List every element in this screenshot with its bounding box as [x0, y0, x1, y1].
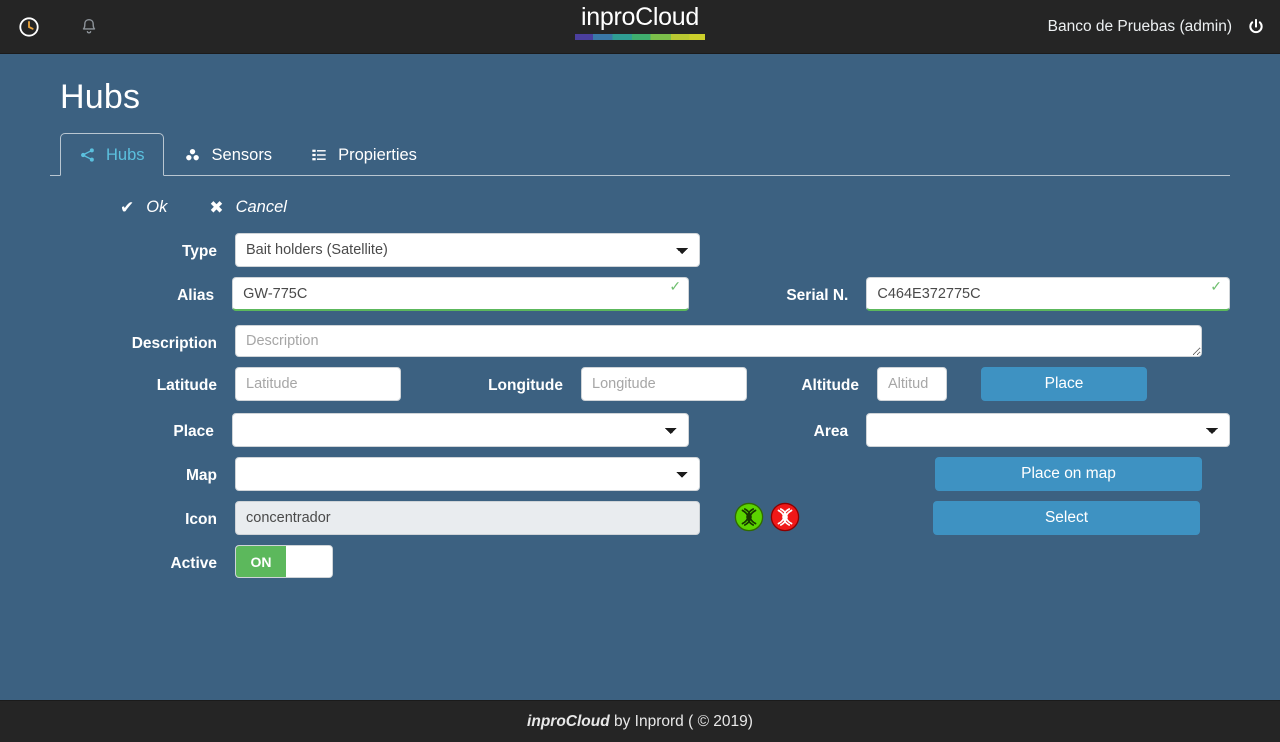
longitude-label: Longitude	[488, 377, 563, 394]
ok-label: Ok	[146, 198, 168, 216]
place-button[interactable]: Place	[981, 367, 1147, 401]
form-row-icon: Icon concentrador Select	[50, 501, 1230, 535]
form-row-place-area: Place Area	[50, 413, 1230, 447]
form-action-bar: ✔ Ok ✖ Cancel	[50, 176, 1230, 233]
tab-bar: Hubs Sensors Propierties	[50, 131, 1230, 176]
times-icon: ✖	[209, 198, 224, 217]
place-on-map-button[interactable]: Place on map	[935, 457, 1202, 491]
form-row-coordinates: Latitude Longitude Altitude Place	[50, 367, 1230, 401]
place-select[interactable]	[231, 413, 690, 447]
latitude-label: Latitude	[156, 377, 217, 394]
cancel-label: Cancel	[235, 198, 287, 216]
type-label: Type	[181, 243, 217, 260]
area-label: Area	[813, 423, 849, 440]
description-label: Description	[131, 335, 217, 352]
description-textarea[interactable]	[235, 325, 1202, 357]
clock-icon[interactable]	[10, 8, 48, 46]
tab-label: Hubs	[106, 146, 145, 164]
tab-propierties[interactable]: Propierties	[291, 133, 436, 176]
altitude-input[interactable]	[877, 367, 947, 401]
tab-sensors[interactable]: Sensors	[164, 133, 292, 176]
cubes-icon	[183, 147, 202, 163]
page-body: Hubs Hubs Sensors Propierties ✔ Ok ✖ Can…	[0, 54, 1280, 578]
power-icon[interactable]	[1246, 17, 1266, 37]
ok-button[interactable]: ✔ Ok	[120, 198, 167, 217]
check-icon: ✔	[120, 198, 135, 217]
hub-form: Type Bait holders (Satellite) Alias ✓ Se…	[50, 233, 1230, 578]
active-toggle-knob	[286, 546, 332, 577]
footer-text: inproCloud by Inprord ( © 2019)	[527, 713, 753, 731]
map-select[interactable]	[235, 457, 700, 491]
bell-icon[interactable]	[70, 8, 108, 46]
brand-text: inproCloud	[581, 3, 699, 31]
navbar-right-actions: Banco de Pruebas (admin)	[1048, 17, 1280, 37]
latitude-input[interactable]	[235, 367, 401, 401]
form-row-type: Type Bait holders (Satellite)	[50, 233, 1230, 267]
serial-field-wrap: ✓	[866, 277, 1230, 311]
serial-label: Serial N.	[786, 287, 849, 304]
active-toggle[interactable]: ON	[235, 545, 333, 578]
alias-label: Alias	[177, 287, 215, 304]
footer-rest: by Inprord ( © 2019)	[609, 712, 753, 730]
share-nodes-icon	[79, 147, 96, 163]
footer-brand: inproCloud	[527, 712, 610, 730]
select-icon-button[interactable]: Select	[933, 501, 1200, 535]
tab-hubs[interactable]: Hubs	[60, 133, 164, 176]
form-row-active: Active ON	[50, 545, 1230, 578]
alias-field-wrap: ✓	[232, 277, 690, 311]
page-footer: inproCloud by Inprord ( © 2019)	[0, 700, 1280, 742]
longitude-input[interactable]	[581, 367, 747, 401]
icon-preview-group	[734, 501, 800, 532]
form-row-description: Description	[50, 325, 1230, 357]
icon-label: Icon	[185, 511, 217, 528]
altitude-label: Altitude	[801, 377, 859, 394]
cancel-button[interactable]: ✖ Cancel	[209, 198, 287, 217]
active-label: Active	[170, 555, 217, 572]
top-navbar: inproCloud Banco de Pruebas (admin)	[0, 0, 1280, 54]
area-select[interactable]	[866, 413, 1230, 447]
form-row-alias-serial: Alias ✓ Serial N. ✓	[50, 277, 1230, 311]
place-label: Place	[173, 423, 214, 440]
icon-input	[235, 501, 700, 535]
hub-icon-green[interactable]	[734, 502, 764, 532]
alias-input[interactable]	[232, 277, 690, 311]
form-row-map: Map Place on map	[50, 457, 1230, 491]
tab-label: Propierties	[338, 146, 417, 164]
serial-input[interactable]	[866, 277, 1230, 311]
type-select[interactable]: Bait holders (Satellite)	[235, 233, 700, 267]
tab-label: Sensors	[211, 146, 273, 164]
list-icon	[310, 147, 328, 163]
hub-icon-red[interactable]	[770, 502, 800, 532]
map-label: Map	[186, 467, 217, 484]
navbar-left-actions	[0, 8, 108, 46]
current-user-label: Banco de Pruebas (admin)	[1047, 17, 1232, 35]
page-title: Hubs	[60, 78, 141, 116]
active-toggle-on-label: ON	[236, 546, 286, 577]
brand-gradient-bar	[575, 34, 705, 40]
